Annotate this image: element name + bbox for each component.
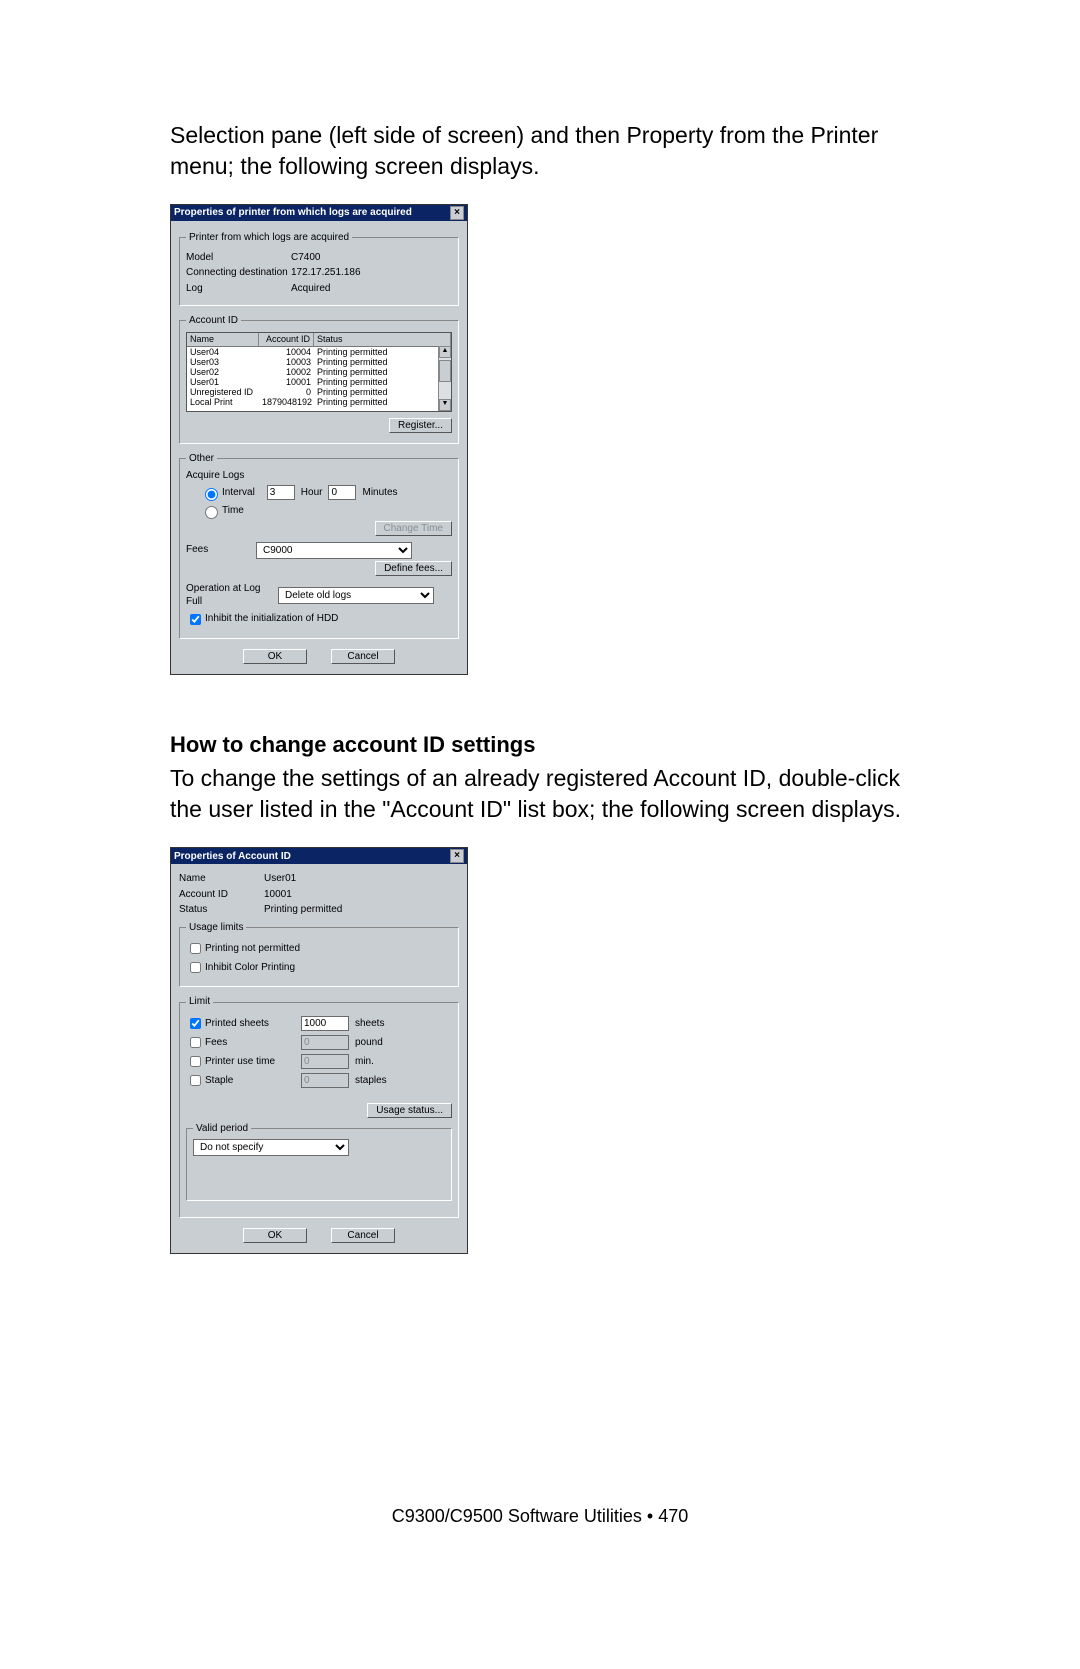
inhibit-hdd-checkbox[interactable] (190, 614, 201, 625)
acquire-logs-label: Acquire Logs (186, 469, 452, 483)
printer-use-label: Printer use time (205, 1055, 301, 1069)
account-id-group: Account ID Name Account ID Status User04… (179, 314, 459, 444)
printed-sheets-label: Printed sheets (205, 1017, 301, 1031)
printer-legend: Printer from which logs are acquired (186, 231, 352, 245)
subheading: How to change account ID settings (170, 730, 910, 760)
usage-limits-group: Usage limits Printing not permitted Inhi… (179, 921, 459, 988)
fees-checkbox[interactable] (190, 1037, 201, 1048)
limit-group: Limit Printed sheets sheets Fees pound P… (179, 995, 459, 1218)
printer-use-checkbox[interactable] (190, 1056, 201, 1067)
page-footer: C9300/C9500 Software Utilities • 470 (170, 1504, 910, 1528)
valid-legend: Valid period (193, 1122, 251, 1136)
staple-label: Staple (205, 1074, 301, 1088)
change-time-button[interactable]: Change Time (375, 521, 452, 536)
connection-value: 172.17.251.186 (291, 266, 361, 280)
account-legend: Account ID (186, 314, 241, 328)
staples-unit: staples (355, 1074, 399, 1088)
dialog2-title: Properties of Account ID (174, 850, 291, 864)
time-label: Time (222, 504, 244, 518)
valid-period-group: Valid period Do not specify (186, 1122, 452, 1202)
subtext-paragraph: To change the settings of an already reg… (170, 763, 910, 825)
intro-paragraph: Selection pane (left side of screen) and… (170, 120, 910, 182)
acct-value: 10001 (264, 888, 292, 902)
printer-properties-dialog: Properties of printer from which logs ar… (170, 204, 468, 675)
interval-radio[interactable] (205, 488, 218, 501)
fees-select[interactable]: C9000 (256, 542, 412, 559)
inhibit-color-label: Inhibit Color Printing (205, 961, 295, 975)
close-icon[interactable]: × (450, 206, 464, 220)
fees-label: Fees (186, 543, 256, 557)
fees-limit-label: Fees (205, 1036, 301, 1050)
min-unit: min. (355, 1055, 399, 1069)
name-value: User01 (264, 872, 296, 886)
cancel-button[interactable]: Cancel (331, 649, 395, 664)
status-value: Printing permitted (264, 903, 342, 917)
usage-status-button[interactable]: Usage status... (367, 1103, 452, 1118)
table-row[interactable]: User0110001Printing permitted (187, 377, 451, 387)
staple-input (301, 1073, 349, 1088)
account-list[interactable]: Name Account ID Status User0410004Printi… (186, 332, 452, 412)
scroll-down-icon[interactable]: ▼ (439, 399, 451, 411)
printing-not-checkbox[interactable] (190, 943, 201, 954)
table-row[interactable]: User0310003Printing permitted (187, 357, 451, 367)
model-label: Model (186, 251, 291, 265)
printer-group: Printer from which logs are acquired Mod… (179, 231, 459, 306)
limit-legend: Limit (186, 995, 213, 1009)
table-row[interactable]: User0410004Printing permitted (187, 347, 451, 357)
define-fees-button[interactable]: Define fees... (375, 561, 452, 576)
inhibit-hdd-label: Inhibit the initialization of HDD (205, 612, 338, 626)
interval-min-input[interactable] (328, 485, 356, 500)
status-label: Status (179, 903, 264, 917)
staple-checkbox[interactable] (190, 1075, 201, 1086)
close-icon[interactable]: × (450, 849, 464, 863)
acct-label: Account ID (179, 888, 264, 902)
table-row[interactable]: Local Print1879048192Printing permitted (187, 397, 451, 407)
ok-button[interactable]: OK (243, 649, 307, 664)
col-name[interactable]: Name (187, 333, 259, 346)
inhibit-color-checkbox[interactable] (190, 962, 201, 973)
model-value: C7400 (291, 251, 320, 265)
operation-select[interactable]: Delete old logs (278, 587, 434, 604)
printing-not-label: Printing not permitted (205, 942, 300, 956)
interval-label: Interval (222, 486, 255, 500)
account-id-properties-dialog: Properties of Account ID × Name User01 A… (170, 847, 468, 1254)
log-label: Log (186, 282, 291, 296)
register-button[interactable]: Register... (389, 418, 452, 433)
scroll-up-icon[interactable]: ▲ (439, 346, 451, 358)
time-radio[interactable] (205, 506, 218, 519)
other-legend: Other (186, 452, 217, 466)
list-scrollbar[interactable]: ▲ ▼ (438, 346, 451, 411)
printed-sheets-checkbox[interactable] (190, 1018, 201, 1029)
usage-legend: Usage limits (186, 921, 246, 935)
connection-label: Connecting destination (186, 266, 291, 280)
printer-use-input (301, 1054, 349, 1069)
fees-input (301, 1035, 349, 1050)
ok-button[interactable]: OK (243, 1228, 307, 1243)
valid-period-select[interactable]: Do not specify (193, 1139, 349, 1156)
hour-label: Hour (301, 486, 323, 500)
interval-hour-input[interactable] (267, 485, 295, 500)
dialog1-title: Properties of printer from which logs ar… (174, 206, 412, 220)
sheets-unit: sheets (355, 1017, 399, 1031)
name-label: Name (179, 872, 264, 886)
col-acct[interactable]: Account ID (259, 333, 314, 346)
cancel-button[interactable]: Cancel (331, 1228, 395, 1243)
operation-label: Operation at Log Full (186, 582, 278, 609)
table-row[interactable]: Unregistered ID0Printing permitted (187, 387, 451, 397)
other-group: Other Acquire Logs Interval Hour Minutes… (179, 452, 459, 639)
col-status[interactable]: Status (314, 333, 451, 346)
table-row[interactable]: User0210002Printing permitted (187, 367, 451, 377)
printed-sheets-input[interactable] (301, 1016, 349, 1031)
scroll-thumb[interactable] (439, 360, 451, 382)
pound-unit: pound (355, 1036, 399, 1050)
minutes-label: Minutes (362, 486, 397, 500)
log-value: Acquired (291, 282, 330, 296)
